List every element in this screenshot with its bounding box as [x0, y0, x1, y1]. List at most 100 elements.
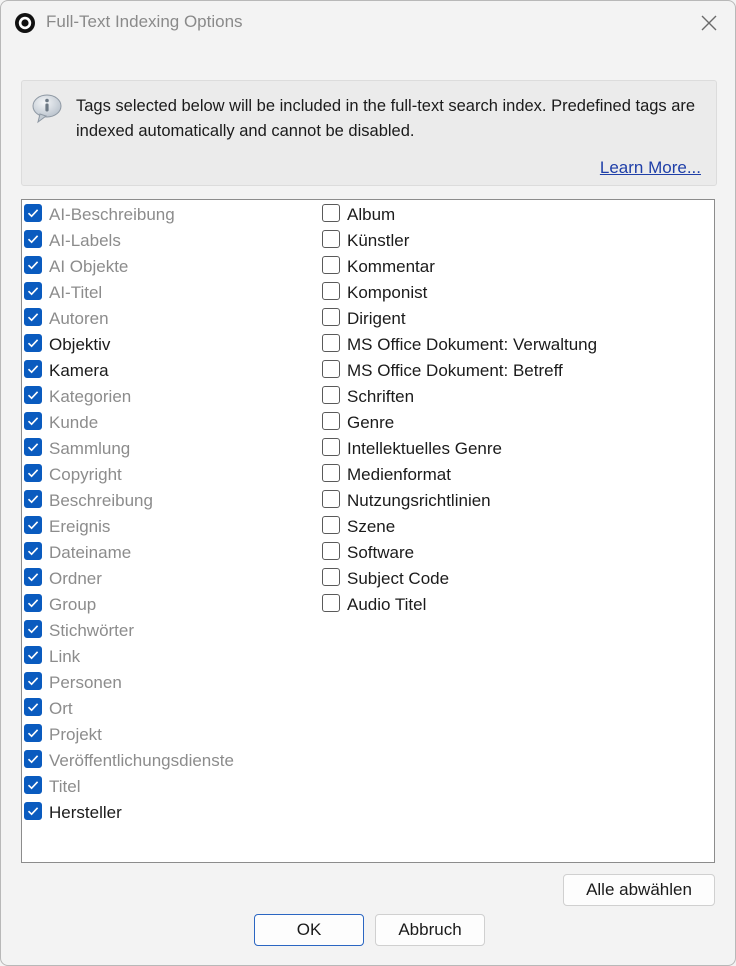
tag-item[interactable]: Szene — [322, 514, 597, 540]
tag-label: Kategorien — [49, 387, 132, 406]
checkbox-unchecked[interactable] — [322, 282, 340, 300]
checkbox-unchecked[interactable] — [322, 594, 340, 612]
checkbox-checked — [24, 204, 42, 222]
checkmark-icon — [27, 417, 39, 426]
dialog-window: Full-Text Indexing Options Tags selected… — [0, 0, 736, 966]
checkbox-checked — [24, 464, 42, 482]
tag-column-right: Album Künstler Kommentar Komponist Dirigent M… — [322, 202, 597, 618]
tag-item: Ereignis — [24, 514, 234, 540]
checkmark-icon — [27, 677, 39, 686]
checkmark-icon — [27, 235, 39, 244]
checkbox-unchecked[interactable] — [322, 308, 340, 326]
tag-item[interactable]: Künstler — [322, 228, 597, 254]
checkbox-unchecked[interactable] — [322, 516, 340, 534]
checkbox-unchecked[interactable] — [322, 360, 340, 378]
tag-item: Copyright — [24, 462, 234, 488]
checkbox-checked[interactable] — [24, 360, 42, 378]
checkbox-checked — [24, 646, 42, 664]
checkbox-checked[interactable] — [24, 334, 42, 352]
tag-label: Künstler — [347, 231, 410, 250]
checkbox-unchecked[interactable] — [322, 490, 340, 508]
tag-item[interactable]: Album — [322, 202, 597, 228]
tag-item[interactable]: MS Office Dokument: Verwaltung — [322, 332, 597, 358]
checkmark-icon — [27, 313, 39, 322]
tag-item[interactable]: Intellektuelles Genre — [322, 436, 597, 462]
checkbox-checked — [24, 542, 42, 560]
tag-item[interactable]: Software — [322, 540, 597, 566]
tag-item[interactable]: Komponist — [322, 280, 597, 306]
checkbox-unchecked[interactable] — [322, 568, 340, 586]
checkbox-unchecked[interactable] — [322, 204, 340, 222]
tag-label: Dirigent — [347, 309, 406, 328]
tag-item[interactable]: MS Office Dokument: Betreff — [322, 358, 597, 384]
checkmark-icon — [27, 287, 39, 296]
tag-label: Kunde — [49, 413, 99, 432]
learn-more-link[interactable]: Learn More... — [600, 158, 701, 178]
checkbox-checked — [24, 594, 42, 612]
tag-item: AI-Beschreibung — [24, 202, 234, 228]
checkmark-icon — [27, 365, 39, 374]
checkbox-checked — [24, 412, 42, 430]
tag-item: Autoren — [24, 306, 234, 332]
tag-label: Medienformat — [347, 465, 451, 484]
app-logo-icon — [14, 12, 36, 34]
tag-item[interactable]: Audio Titel — [322, 592, 597, 618]
checkmark-icon — [27, 729, 39, 738]
tag-item[interactable]: Nutzungsrichtlinien — [322, 488, 597, 514]
checkbox-checked — [24, 308, 42, 326]
tag-item[interactable]: Medienformat — [322, 462, 597, 488]
tag-item[interactable]: Objektiv — [24, 332, 234, 358]
checkbox-checked — [24, 620, 42, 638]
checkbox-checked — [24, 698, 42, 716]
checkbox-checked — [24, 490, 42, 508]
checkbox-unchecked[interactable] — [322, 386, 340, 404]
tag-item: Projekt — [24, 722, 234, 748]
tag-item: Veröffentlichungsdienste — [24, 748, 234, 774]
tag-label: Ordner — [49, 569, 102, 588]
tag-item[interactable]: Kamera — [24, 358, 234, 384]
checkbox-checked — [24, 282, 42, 300]
checkmark-icon — [27, 625, 39, 634]
cancel-button[interactable]: Abbruch — [375, 914, 485, 946]
tag-item: AI-Labels — [24, 228, 234, 254]
checkbox-unchecked[interactable] — [322, 542, 340, 560]
checkbox-unchecked[interactable] — [322, 334, 340, 352]
ok-button[interactable]: OK — [254, 914, 364, 946]
tag-item[interactable]: Genre — [322, 410, 597, 436]
deselect-all-button[interactable]: Alle abwählen — [563, 874, 715, 906]
tag-label: Sammlung — [49, 439, 131, 458]
tag-item[interactable]: Schriften — [322, 384, 597, 410]
tag-item: Personen — [24, 670, 234, 696]
checkmark-icon — [27, 469, 39, 478]
tag-label: Komponist — [347, 283, 428, 302]
close-icon[interactable] — [693, 7, 725, 39]
checkbox-checked — [24, 386, 42, 404]
checkbox-checked — [24, 672, 42, 690]
tag-label: Dateiname — [49, 543, 132, 562]
tag-item: AI-Titel — [24, 280, 234, 306]
tag-label: Schriften — [347, 387, 415, 406]
checkbox-unchecked[interactable] — [322, 230, 340, 248]
checkbox-checked[interactable] — [24, 802, 42, 820]
tag-label: Audio Titel — [347, 595, 427, 614]
tag-item[interactable]: Dirigent — [322, 306, 597, 332]
tag-label: AI-Beschreibung — [49, 205, 175, 224]
tag-item[interactable]: Subject Code — [322, 566, 597, 592]
checkmark-icon — [27, 781, 39, 790]
tag-label: Copyright — [49, 465, 122, 484]
checkmark-icon — [27, 391, 39, 400]
tag-item[interactable]: Hersteller — [24, 800, 234, 826]
checkmark-icon — [27, 443, 39, 452]
checkbox-checked — [24, 750, 42, 768]
checkbox-unchecked[interactable] — [322, 256, 340, 274]
checkmark-icon — [27, 807, 39, 816]
tag-item[interactable]: Kommentar — [322, 254, 597, 280]
tag-item: Ordner — [24, 566, 234, 592]
checkbox-unchecked[interactable] — [322, 438, 340, 456]
checkbox-unchecked[interactable] — [322, 412, 340, 430]
checkbox-unchecked[interactable] — [322, 464, 340, 482]
checkmark-icon — [27, 261, 39, 270]
tag-label: MS Office Dokument: Verwaltung — [347, 335, 598, 354]
tag-label: Album — [347, 205, 396, 224]
tag-label: Hersteller — [49, 803, 122, 822]
